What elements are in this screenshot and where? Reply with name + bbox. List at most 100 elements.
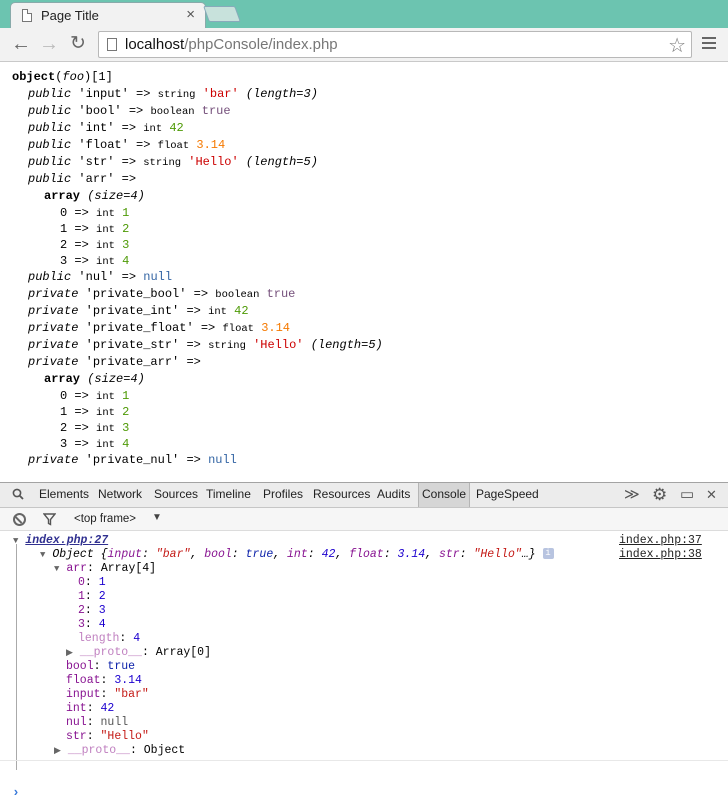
- page-icon: [22, 9, 32, 22]
- array-label: array: [44, 189, 81, 203]
- length-note: (length=5): [310, 338, 383, 352]
- object-summary[interactable]: ▼ Object {input: "bar", bool: true, int:…: [40, 548, 554, 562]
- property-key: nul: [66, 716, 87, 729]
- value-type: int: [96, 208, 115, 220]
- object-property: int: 42: [66, 702, 115, 715]
- prop-key: 'private_float': [85, 321, 194, 335]
- array-item: 1 => int 2: [60, 405, 130, 419]
- prop-key: 'float': [78, 138, 129, 152]
- console-prompt[interactable]: ›: [12, 785, 20, 800]
- visibility: public: [28, 87, 72, 101]
- entry-value: 3: [98, 604, 106, 617]
- property-key: str: [66, 730, 87, 743]
- dock-icon[interactable]: ▭: [680, 486, 694, 504]
- entry-key: 2: [78, 604, 85, 617]
- value-type: int: [208, 306, 227, 318]
- tab-elements[interactable]: Elements: [36, 483, 92, 507]
- visibility: public: [28, 172, 72, 186]
- tab-title: Page Title: [41, 8, 99, 23]
- prop-key: 'input': [78, 87, 129, 101]
- arr-node[interactable]: ▼ arr: Array[4]: [54, 562, 156, 576]
- array-item: 1 => int 2: [60, 222, 130, 236]
- visibility: public: [28, 155, 72, 169]
- array-index: 3: [60, 437, 68, 451]
- tab-audits[interactable]: Audits: [374, 483, 413, 507]
- tab-sources[interactable]: Sources: [151, 483, 201, 507]
- value-type: boolean: [150, 106, 195, 118]
- value-type: int: [96, 391, 115, 403]
- obj-proto-node[interactable]: ▶ __proto__: Object: [54, 744, 185, 758]
- property-value: null: [100, 716, 129, 729]
- prop-key: 'private_bool': [85, 287, 187, 301]
- new-tab-button[interactable]: [203, 6, 241, 22]
- prop-key: 'private_str': [85, 338, 180, 352]
- prop-key: 'str': [78, 155, 115, 169]
- page-icon: [107, 38, 117, 51]
- close-icon[interactable]: ✕: [706, 486, 717, 504]
- gear-icon[interactable]: ⚙: [652, 486, 667, 504]
- dump-line: public 'int' => int 42: [28, 121, 184, 135]
- visibility: private: [28, 355, 79, 369]
- dump-line: private 'private_int' => int 42: [28, 304, 249, 318]
- filter-icon[interactable]: [43, 513, 56, 526]
- value-type: int: [96, 240, 115, 252]
- search-icon[interactable]: [12, 488, 24, 500]
- entry-value: 1: [98, 576, 106, 589]
- array-size: (size=4): [87, 372, 145, 386]
- tab-profiles[interactable]: Profiles: [260, 483, 306, 507]
- array-value: 3: [122, 238, 130, 252]
- arr-length: length: 4: [78, 632, 141, 645]
- dump-line: private 'private_bool' => boolean true: [28, 287, 296, 301]
- prop-value: 'Hello': [253, 338, 304, 352]
- address-bar[interactable]: localhost/phpConsole/index.php ☆: [98, 31, 692, 58]
- array-value: 2: [122, 405, 130, 419]
- prop-value: 42: [169, 121, 184, 135]
- property-value: 42: [100, 702, 115, 715]
- url-text[interactable]: localhost/phpConsole/index.php: [125, 36, 338, 53]
- entry-key: 1: [78, 590, 85, 603]
- forward-icon[interactable]: →: [38, 33, 60, 55]
- arr-entry: 2: 3: [78, 604, 106, 617]
- info-icon[interactable]: i: [542, 548, 554, 560]
- prop-value: true: [266, 287, 296, 301]
- browser-tab[interactable]: Page Title ×: [10, 2, 206, 28]
- array-value: 4: [122, 437, 130, 451]
- page-content: object(foo)[1] public 'input' => string …: [0, 63, 728, 482]
- reload-icon[interactable]: ↻: [67, 33, 89, 55]
- prop-value: null: [143, 270, 173, 284]
- prop-key: 'private_nul': [85, 453, 180, 467]
- menu-icon[interactable]: [702, 37, 716, 52]
- array-item: 3 => int 4: [60, 254, 130, 268]
- tab-pagespeed[interactable]: PageSpeed: [473, 483, 542, 507]
- prop-key: 'private_int': [85, 304, 180, 318]
- arr-proto-node[interactable]: ▶ __proto__: Array[0]: [66, 646, 211, 660]
- property-key: bool: [66, 660, 94, 673]
- dump-line: private 'private_arr' =>: [28, 355, 209, 369]
- star-icon[interactable]: ☆: [668, 33, 686, 58]
- source-link-37[interactable]: index.php:37: [619, 534, 702, 548]
- tab-resources[interactable]: Resources: [310, 483, 373, 507]
- property-key: int: [66, 702, 87, 715]
- title-bar: Page Title ×: [0, 0, 728, 28]
- array-value: 1: [122, 206, 130, 220]
- length-note: (length=5): [245, 155, 318, 169]
- tab-console[interactable]: Console: [418, 483, 471, 507]
- clear-console-icon[interactable]: [13, 513, 26, 526]
- group-source-link[interactable]: index.php:27: [25, 534, 108, 547]
- console-group-header[interactable]: ▼ index.php:27: [13, 534, 108, 548]
- dump-line: public 'bool' => boolean true: [28, 104, 231, 118]
- drawer-toggle-icon[interactable]: ≫: [624, 486, 640, 504]
- dump-line: private 'private_str' => string 'Hello' …: [28, 338, 383, 352]
- dump-line: public 'str' => string 'Hello' (length=5…: [28, 155, 318, 169]
- tab-network[interactable]: Network: [95, 483, 145, 507]
- tab-close-icon[interactable]: ×: [186, 6, 195, 24]
- visibility: public: [28, 270, 72, 284]
- tab-timeline[interactable]: Timeline: [203, 483, 254, 507]
- back-icon[interactable]: ←: [10, 33, 32, 55]
- frame-selector[interactable]: <top frame>: [74, 513, 136, 525]
- property-value: "Hello": [100, 730, 149, 743]
- source-link-38[interactable]: index.php:38: [619, 548, 702, 562]
- prop-key: 'nul': [78, 270, 115, 284]
- chevron-down-icon[interactable]: ▼: [152, 512, 162, 523]
- prop-key: 'arr': [78, 172, 115, 186]
